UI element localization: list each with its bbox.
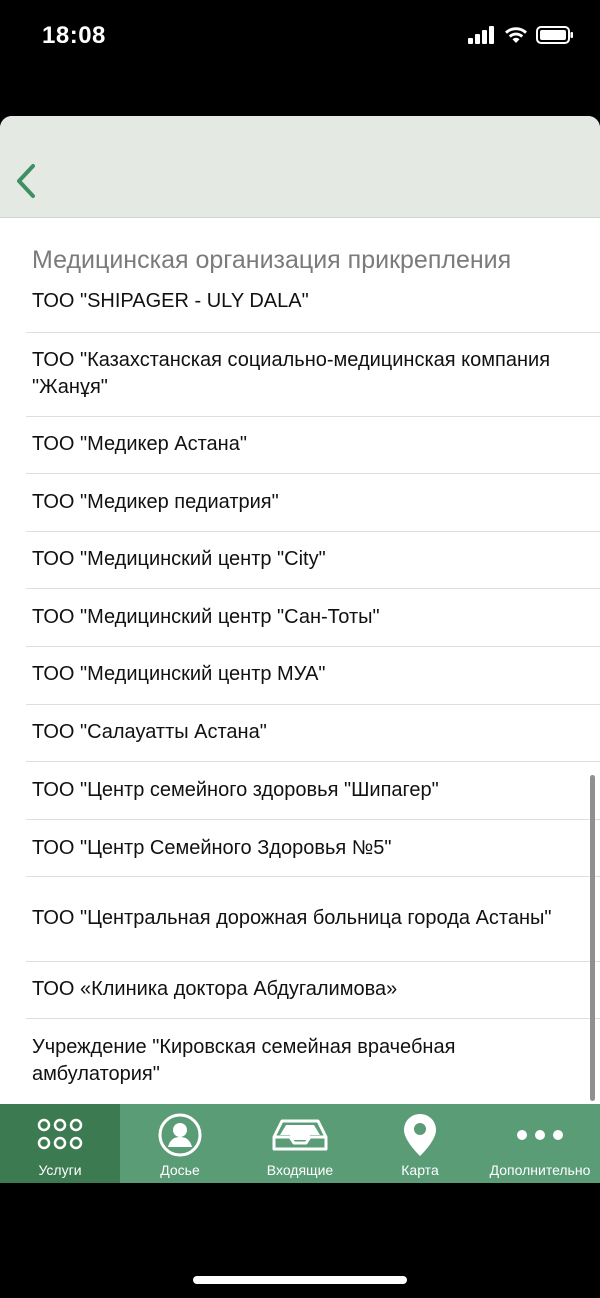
tab-label: Карта xyxy=(401,1162,439,1178)
organization-name: ТОО "Медикер педиатрия" xyxy=(32,491,279,513)
organization-list-item[interactable]: ТОО "Салауатты Астана" xyxy=(0,705,600,762)
organization-list-item[interactable]: ТОО "Медицинский центр "Сан-Тоты" xyxy=(0,589,600,647)
organization-name: ТОО "Казахстанская социально-медицинская… xyxy=(32,349,551,398)
organization-name: ТОО "Центральная дорожная больница город… xyxy=(32,907,552,929)
section-title: Медицинская организация прикрепления xyxy=(32,246,512,274)
home-indicator xyxy=(193,1276,407,1284)
organization-list-item[interactable]: ТОО "Медикер педиатрия" xyxy=(0,474,600,532)
organization-name: ТОО "Центр семейного здоровья "Шипагер" xyxy=(32,779,439,801)
inbox-tray-icon xyxy=(272,1119,328,1151)
tab-label: Дополнительно xyxy=(489,1162,591,1178)
organization-list-item[interactable]: ТОО "Медикер Астана" xyxy=(0,417,600,474)
organization-list-item[interactable]: Учреждение "Кировская семейная врачебная… xyxy=(0,1019,600,1103)
scrollbar[interactable] xyxy=(590,775,595,1101)
organization-list-item[interactable]: ТОО "Медицинский центр "City" xyxy=(0,532,600,589)
tab-services[interactable]: Услуги xyxy=(0,1104,120,1183)
tab-map[interactable]: Карта xyxy=(360,1104,480,1183)
tab-label: Досье xyxy=(160,1162,200,1178)
tab-label: Входящие xyxy=(266,1162,334,1178)
organization-name: ТОО «Клиника доктора Абдугалимова» xyxy=(32,978,398,1000)
organization-name: ТОО "Центр Семейного Здоровья №5" xyxy=(32,837,392,859)
more-dots-icon xyxy=(517,1130,563,1140)
organization-list-item[interactable]: ТОО "Казахстанская социально-медицинская… xyxy=(0,333,600,417)
tab-more[interactable]: Дополнительно xyxy=(480,1104,600,1183)
organization-list-item[interactable]: ТОО "Центральная дорожная больница город… xyxy=(0,877,600,962)
organization-list-item[interactable]: ТОО «Клиника доктора Абдугалимова» xyxy=(0,962,600,1019)
nav-bar xyxy=(0,116,600,218)
organization-name: ТОО "SHIPAGER - ULY DALA" xyxy=(32,290,309,312)
status-icons xyxy=(468,26,574,44)
wifi-icon xyxy=(505,27,527,43)
organization-list-item[interactable]: ТОО "Центр Семейного Здоровья №5" xyxy=(0,820,600,877)
status-bar: 18:08 xyxy=(0,0,600,70)
tab-inbox[interactable]: Входящие xyxy=(240,1104,360,1183)
organization-name: ТОО "Медицинский центр "City" xyxy=(32,548,326,570)
organization-list-item[interactable]: ТОО "Медицинский центр МУА" xyxy=(0,647,600,705)
tab-label: Услуги xyxy=(38,1162,82,1178)
back-button[interactable] xyxy=(6,158,46,204)
battery-icon xyxy=(536,26,573,44)
tab-bar: Услуги Досье Входящие Карта Дополнительн… xyxy=(0,1104,600,1183)
cellular-signal-icon xyxy=(468,26,494,44)
organization-name: ТОО "Медицинский центр "Сан-Тоты" xyxy=(32,606,380,628)
organization-name: ТОО "Медицинский центр МУА" xyxy=(32,663,326,685)
map-pin-icon xyxy=(404,1114,436,1156)
user-circle-icon xyxy=(158,1113,202,1157)
organization-list-item[interactable]: ТОО "SHIPAGER - ULY DALA" xyxy=(0,278,600,333)
tab-dossier[interactable]: Досье xyxy=(120,1104,240,1183)
grid-dots-icon xyxy=(37,1118,83,1150)
organization-name: ТОО "Медикер Астана" xyxy=(32,433,247,455)
organization-list-item[interactable]: ТОО "Центр семейного здоровья "Шипагер" xyxy=(0,762,600,820)
organization-name: Учреждение "Кировская семейная врачебная… xyxy=(32,1036,456,1085)
organization-name: ТОО "Салауатты Астана" xyxy=(32,721,267,743)
status-time: 18:08 xyxy=(42,22,106,49)
chevron-left-icon xyxy=(17,164,35,198)
